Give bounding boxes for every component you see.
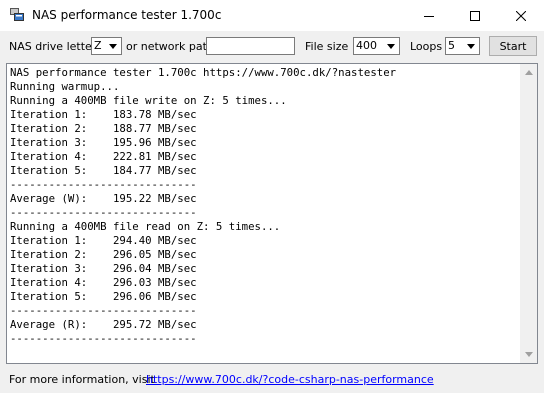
- log-line: -----------------------------: [10, 332, 197, 345]
- app-window: NAS performance tester 1.700c NAS drive …: [0, 0, 544, 393]
- chevron-down-icon[interactable]: [106, 39, 120, 53]
- log-line: Average (R): 295.72 MB/sec: [10, 318, 197, 331]
- drive-letter-label: NAS drive letter: [9, 40, 97, 53]
- loops-label: Loops: [410, 40, 443, 53]
- vertical-scrollbar[interactable]: [520, 64, 537, 363]
- footer-info-label: For more information, visit: [9, 373, 155, 386]
- chevron-down-icon[interactable]: [384, 39, 398, 53]
- title-bar[interactable]: NAS performance tester 1.700c: [0, 0, 544, 31]
- log-line: -----------------------------: [10, 178, 197, 191]
- chevron-down-icon[interactable]: [464, 39, 478, 53]
- nas-app-icon: [10, 8, 24, 22]
- file-size-label: File size: [305, 40, 349, 53]
- log-line: -----------------------------: [10, 304, 197, 317]
- file-size-value: 400: [356, 39, 377, 52]
- output-log-text: NAS performance tester 1.700c https://ww…: [10, 66, 518, 361]
- output-log[interactable]: NAS performance tester 1.700c https://ww…: [6, 63, 538, 364]
- minimize-button[interactable]: [406, 0, 452, 31]
- maximize-icon: [470, 10, 480, 21]
- loops-select[interactable]: 5: [445, 37, 480, 55]
- log-line: Iteration 2: 296.05 MB/sec: [10, 248, 197, 261]
- network-path-label: or network path: [126, 40, 214, 53]
- info-link[interactable]: https://www.700c.dk/?code-csharp-nas-per…: [146, 373, 434, 386]
- close-button[interactable]: [498, 0, 544, 31]
- drive-letter-select[interactable]: Z: [91, 37, 122, 55]
- log-line: Iteration 1: 183.78 MB/sec: [10, 108, 197, 121]
- log-line: Running warmup...: [10, 80, 120, 93]
- log-line: Iteration 2: 188.77 MB/sec: [10, 122, 197, 135]
- drive-letter-value: Z: [94, 39, 102, 52]
- log-line: Iteration 5: 184.77 MB/sec: [10, 164, 197, 177]
- window-title: NAS performance tester 1.700c: [32, 8, 222, 22]
- start-button-label: Start: [499, 39, 527, 53]
- log-line: Running a 400MB file read on Z: 5 times.…: [10, 220, 281, 233]
- maximize-button[interactable]: [452, 0, 498, 31]
- log-line: Iteration 3: 195.96 MB/sec: [10, 136, 197, 149]
- minimize-icon: [424, 11, 434, 21]
- network-path-input[interactable]: [206, 37, 295, 55]
- log-line: Running a 400MB file write on Z: 5 times…: [10, 94, 287, 107]
- log-line: NAS performance tester 1.700c https://ww…: [10, 66, 397, 79]
- log-line: Iteration 1: 294.40 MB/sec: [10, 234, 197, 247]
- log-line: Iteration 4: 222.81 MB/sec: [10, 150, 197, 163]
- start-button[interactable]: Start: [489, 36, 537, 56]
- log-line: Iteration 3: 296.04 MB/sec: [10, 262, 197, 275]
- file-size-select[interactable]: 400: [353, 37, 400, 55]
- loops-value: 5: [448, 39, 455, 52]
- scroll-down-icon[interactable]: [520, 346, 537, 363]
- log-line: Iteration 4: 296.03 MB/sec: [10, 276, 197, 289]
- log-line: -----------------------------: [10, 206, 197, 219]
- log-line: Average (W): 195.22 MB/sec: [10, 192, 197, 205]
- log-line: Iteration 5: 296.06 MB/sec: [10, 290, 197, 303]
- scroll-up-icon[interactable]: [520, 64, 537, 81]
- close-icon: [516, 10, 526, 21]
